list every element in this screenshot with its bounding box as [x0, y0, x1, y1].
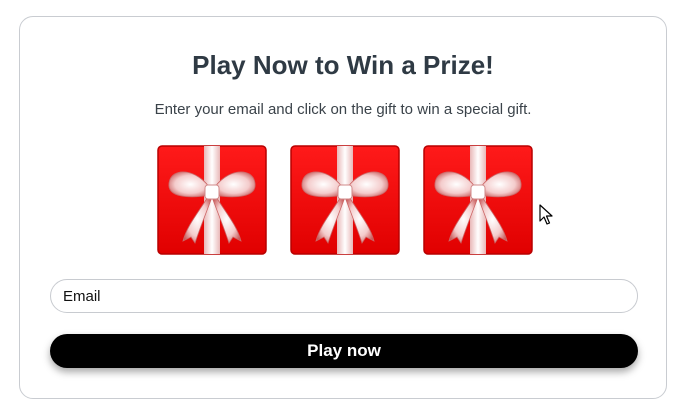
email-field-wrapper	[50, 279, 638, 313]
prize-card: Play Now to Win a Prize! Enter your emai…	[19, 16, 667, 399]
gift-box-3[interactable]	[423, 145, 533, 255]
gift-box-icon	[290, 145, 400, 255]
play-now-button[interactable]: Play now	[50, 334, 638, 368]
gift-box-1[interactable]	[157, 145, 267, 255]
gift-box-2[interactable]	[290, 145, 400, 255]
gift-row	[157, 145, 537, 255]
page-title: Play Now to Win a Prize!	[192, 50, 494, 80]
gift-box-icon	[423, 145, 533, 255]
instructions-text: Enter your email and click on the gift t…	[154, 101, 532, 118]
gift-box-icon	[157, 145, 267, 255]
email-input[interactable]	[50, 279, 638, 313]
